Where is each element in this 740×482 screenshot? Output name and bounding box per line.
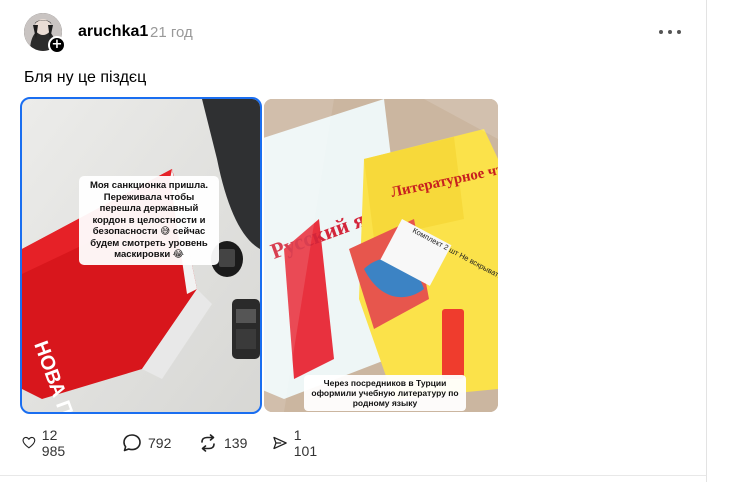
post-photo-parcel[interactable]: НОВА ПОШТА Моя санкционка пришла. Пережи…: [20, 97, 262, 414]
post-text: Бля ну це піздєц: [24, 69, 147, 86]
plus-icon[interactable]: +: [48, 36, 66, 54]
comments-count: 792: [148, 435, 172, 451]
post-divider: [0, 475, 706, 476]
shares-count: 1 101: [293, 427, 318, 459]
photo-caption-parcel: Моя санкционка пришла. Переживала чтобы …: [79, 176, 219, 265]
share-button[interactable]: 1 101: [272, 427, 321, 459]
photo-caption-books: Через посредников в Турции оформили учеб…: [304, 375, 466, 411]
books-photo: Русский язык Литературное чтение Комплек…: [264, 99, 498, 412]
comment-bubble-icon: [123, 434, 141, 452]
reposts-count: 139: [224, 435, 248, 451]
column-divider: [706, 0, 707, 482]
author-username[interactable]: aruchka1: [78, 23, 148, 41]
comment-button[interactable]: 792: [122, 432, 171, 454]
like-button[interactable]: 12 985: [22, 427, 71, 459]
share-icon: [273, 436, 287, 450]
author-avatar[interactable]: +: [24, 13, 66, 55]
likes-count: 12 985: [41, 427, 66, 459]
heart-icon: [22, 436, 36, 449]
more-dots-icon[interactable]: [656, 20, 684, 44]
post-photo-books[interactable]: Русский язык Литературное чтение Комплек…: [264, 99, 498, 412]
repost-icon: [201, 434, 215, 452]
repost-button[interactable]: 139: [198, 432, 247, 454]
post-card: + aruchka1 21 год Бля ну це піздєц НОВА …: [0, 0, 706, 482]
post-timestamp[interactable]: 21 год: [150, 24, 193, 41]
